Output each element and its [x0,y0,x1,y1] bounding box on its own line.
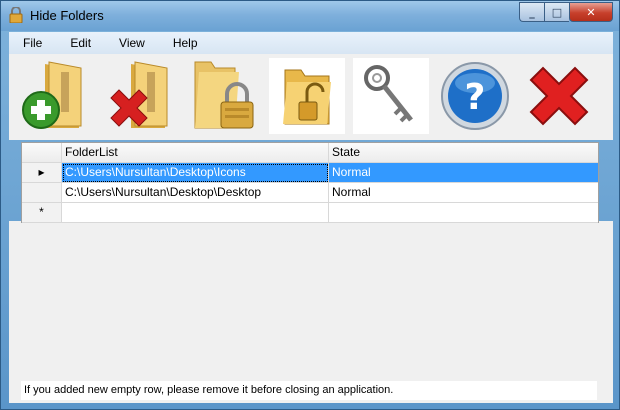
minimize-icon: _ [529,5,535,19]
folder-cell[interactable] [62,203,329,223]
folder-lock-icon [194,61,254,129]
row-selector[interactable] [22,183,62,203]
maximize-icon: □ [551,5,563,19]
folder-cell[interactable]: C:\Users\Nursultan\Desktop\Desktop [62,183,329,203]
exit-button[interactable] [521,58,597,134]
table-row[interactable]: C:\Users\Nursultan\Desktop\Desktop Norma… [22,183,598,203]
lock-folder-button[interactable] [191,58,267,134]
minimize-button[interactable]: _ [519,2,544,22]
menu-file[interactable]: File [9,32,56,54]
row-header-corner [22,143,62,163]
folder-remove-icon [110,61,168,128]
title-bar[interactable]: Hide Folders _ □ ✕ [1,1,619,31]
maximize-button[interactable]: □ [544,2,569,22]
lock-icon [9,7,23,23]
svg-text:?: ? [465,77,486,118]
column-header-folderlist[interactable]: FolderList [62,143,329,163]
close-window-button[interactable]: ✕ [569,2,613,22]
folder-grid: FolderList State ▸ C:\Users\Nursultan\De… [21,142,599,223]
new-row-indicator[interactable]: * [22,203,62,223]
remove-folder-button[interactable] [105,58,181,134]
close-icon: ✕ [586,5,596,19]
state-cell[interactable]: Normal [329,183,598,203]
toolbar: ? [9,54,613,140]
unlock-folder-button[interactable] [269,58,345,134]
app-window: Hide Folders _ □ ✕ File Edit View Help ?… [0,0,620,410]
status-message: If you added new empty row, please remov… [21,381,597,400]
folder-add-icon [22,61,82,129]
window-title: Hide Folders [30,8,104,23]
add-folder-button[interactable] [19,58,95,134]
grid-header: FolderList State [22,143,598,163]
state-cell[interactable]: Normal [329,163,598,183]
password-key-button[interactable] [353,58,429,134]
state-cell[interactable] [329,203,598,223]
folder-cell[interactable]: C:\Users\Nursultan\Desktop\Icons [62,163,329,183]
menu-view[interactable]: View [105,32,159,54]
menu-bar: File Edit View Help [9,32,613,54]
column-header-state[interactable]: State [329,143,598,163]
folder-unlock-icon [283,69,331,125]
key-icon [364,65,413,123]
new-row[interactable]: * [22,203,598,223]
row-selector[interactable]: ▸ [22,163,62,183]
help-icon: ? [441,62,509,130]
help-button[interactable]: ? [437,58,513,134]
menu-help[interactable]: Help [159,32,212,54]
menu-edit[interactable]: Edit [56,32,105,54]
content-area [9,221,613,381]
close-icon [529,66,589,126]
table-row[interactable]: ▸ C:\Users\Nursultan\Desktop\Icons Norma… [22,163,598,183]
